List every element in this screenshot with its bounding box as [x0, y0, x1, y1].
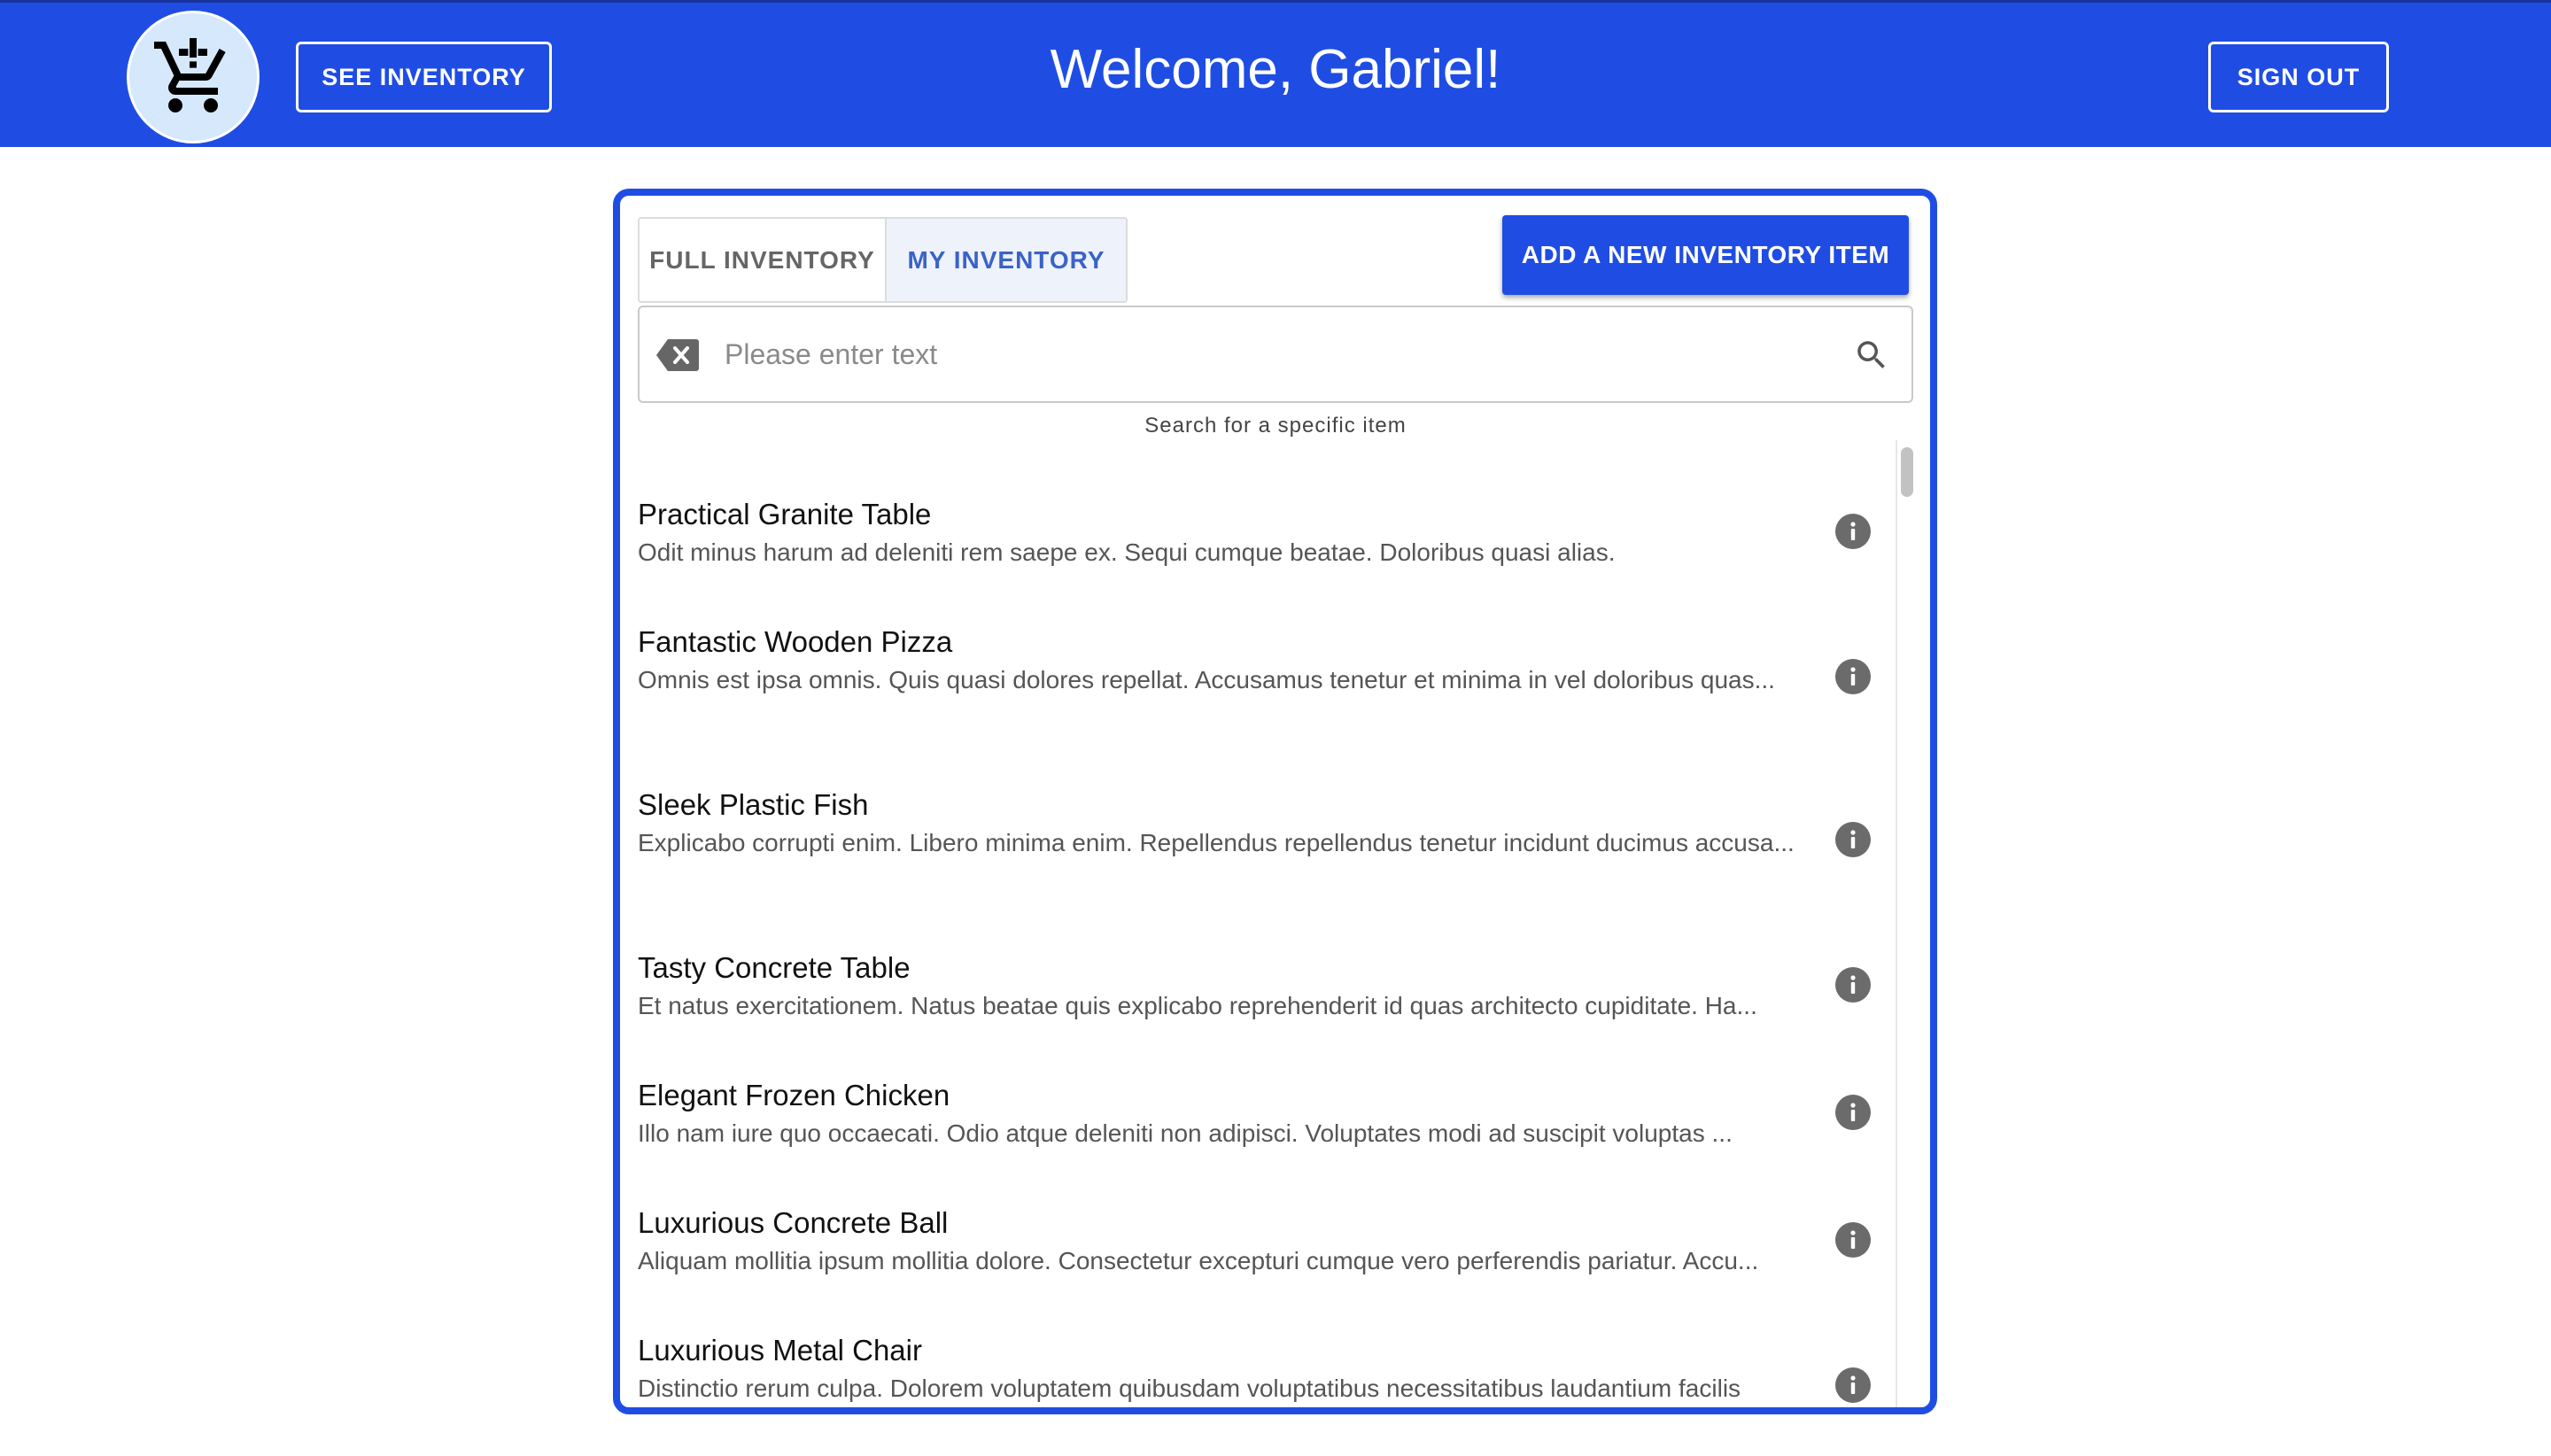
info-icon[interactable]: [1835, 1367, 1871, 1403]
info-icon[interactable]: [1835, 1222, 1871, 1258]
list-item[interactable]: Tasty Concrete Table Et natus exercitati…: [638, 949, 1878, 1024]
info-icon[interactable]: [1835, 967, 1871, 1003]
app-header: SEE INVENTORY Welcome, Gabriel! SIGN OUT: [0, 0, 2551, 147]
tab-full-inventory[interactable]: FULL INVENTORY: [640, 219, 887, 301]
inventory-panel: FULL INVENTORY MY INVENTORY ADD A NEW IN…: [613, 189, 1937, 1414]
item-title: Elegant Frozen Chicken: [638, 1079, 950, 1111]
info-icon[interactable]: [1835, 822, 1871, 857]
list-item[interactable]: Luxurious Metal Chair Distinctio rerum c…: [638, 1331, 1878, 1406]
add-inventory-item-button[interactable]: ADD A NEW INVENTORY ITEM: [1502, 215, 1909, 295]
item-description: Explicabo corrupti enim. Libero minima e…: [638, 829, 1795, 856]
item-title: Practical Granite Table: [638, 498, 932, 531]
search-input[interactable]: [725, 325, 1823, 383]
info-icon[interactable]: [1835, 659, 1871, 694]
search-icon[interactable]: [1853, 337, 1890, 374]
list-scrollbar[interactable]: [1896, 440, 1913, 1407]
item-title: Sleek Plastic Fish: [638, 788, 869, 821]
search-field: [638, 306, 1913, 403]
info-icon[interactable]: [1835, 1095, 1871, 1130]
list-item[interactable]: Elegant Frozen Chicken Illo nam iure quo…: [638, 1076, 1878, 1151]
sign-out-button[interactable]: SIGN OUT: [2208, 42, 2389, 112]
backspace-icon[interactable]: [655, 337, 700, 373]
info-icon[interactable]: [1835, 514, 1871, 549]
inventory-list: Practical Granite Table Odit minus harum…: [638, 445, 1896, 1407]
list-item[interactable]: Fantastic Wooden Pizza Omnis est ipsa om…: [638, 623, 1878, 698]
item-title: Luxurious Concrete Ball: [638, 1206, 949, 1239]
item-description: Et natus exercitationem. Natus beatae qu…: [638, 992, 1757, 1019]
item-title: Fantastic Wooden Pizza: [638, 625, 953, 658]
list-item[interactable]: Luxurious Concrete Ball Aliquam mollitia…: [638, 1204, 1878, 1279]
item-description: Omnis est ipsa omnis. Quis quasi dolores…: [638, 666, 1775, 693]
list-item[interactable]: Practical Granite Table Odit minus harum…: [638, 495, 1878, 570]
scrollbar-thumb[interactable]: [1901, 447, 1913, 497]
item-description: Illo nam iure quo occaecati. Odio atque …: [638, 1119, 1733, 1147]
search-helper-text: Search for a specific item: [1144, 414, 1407, 438]
item-title: Tasty Concrete Table: [638, 951, 911, 984]
item-description: Odit minus harum ad deleniti rem saepe e…: [638, 538, 1616, 566]
item-title: Luxurious Metal Chair: [638, 1334, 922, 1367]
item-description: Distinctio rerum culpa. Dolorem voluptat…: [638, 1375, 1741, 1402]
page-title: Welcome, Gabriel!: [1050, 39, 1501, 100]
inventory-tabs: FULL INVENTORY MY INVENTORY: [638, 217, 1128, 303]
tab-my-inventory[interactable]: MY INVENTORY: [886, 219, 1126, 301]
list-item[interactable]: Sleek Plastic Fish Explicabo corrupti en…: [638, 786, 1878, 861]
item-description: Aliquam mollitia ipsum mollitia dolore. …: [638, 1247, 1759, 1274]
